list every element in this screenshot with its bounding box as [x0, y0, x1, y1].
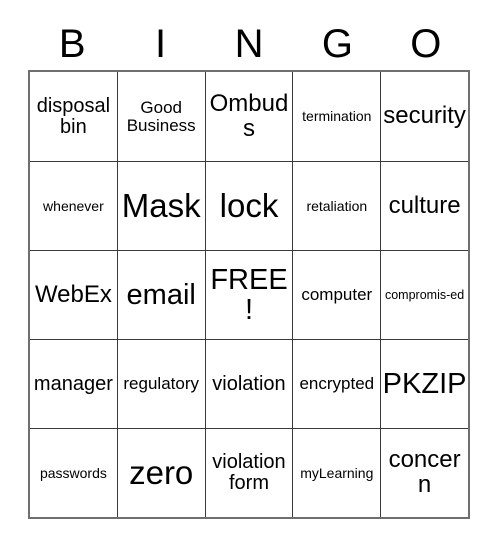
bingo-cell-label: encrypted [299, 374, 375, 394]
bingo-cell-label: email [126, 278, 196, 311]
bingo-cell-label: disposal bin [36, 94, 111, 138]
bingo-cell-label: WebEx [34, 280, 112, 308]
bingo-cell[interactable]: passwords [30, 429, 117, 517]
bingo-cell-label: whenever [43, 197, 104, 214]
bingo-header-letter-b: B [58, 22, 86, 66]
bingo-cell[interactable]: PKZIP [380, 340, 468, 428]
bingo-cell-label: PKZIP [382, 367, 467, 400]
bingo-grid: disposal bin Good Business Ombuds termin… [28, 70, 470, 519]
bingo-cell[interactable]: disposal bin [30, 72, 117, 161]
bingo-card: B I N G O disposal bin Good Business Omb… [28, 18, 470, 519]
bingo-cell[interactable]: termination [292, 72, 380, 161]
bingo-cell-label: compromis-ed [384, 287, 465, 302]
bingo-cell-label: Ombuds [209, 89, 289, 142]
bingo-cell-label: Mask [121, 186, 201, 224]
bingo-cell[interactable]: whenever [30, 162, 117, 250]
bingo-cell[interactable]: regulatory [116, 340, 205, 428]
bingo-row: disposal bin Good Business Ombuds termin… [30, 72, 468, 161]
bingo-cell[interactable]: lock [204, 162, 293, 250]
bingo-cell-label: myLearning [300, 464, 374, 481]
bingo-cell[interactable]: culture [380, 162, 468, 250]
bingo-cell-label: passwords [39, 464, 107, 481]
bingo-cell-label: computer [301, 285, 373, 305]
bingo-header-letter-o: O [410, 22, 442, 66]
bingo-cell[interactable]: retaliation [292, 162, 380, 250]
bingo-header-row: B I N G O [28, 18, 470, 70]
bingo-cell[interactable]: concern [380, 429, 468, 517]
bingo-free-cell[interactable]: FREE! [204, 251, 293, 339]
bingo-cell[interactable]: computer [292, 251, 380, 339]
bingo-cell[interactable]: compromis-ed [380, 251, 468, 339]
bingo-cell-label: concern [388, 446, 461, 498]
bingo-cell[interactable]: Ombuds [204, 72, 293, 161]
bingo-header-letter-g: G [321, 22, 353, 66]
bingo-cell[interactable]: WebEx [30, 251, 117, 339]
bingo-cell[interactable]: violation [204, 340, 293, 428]
bingo-cell-label: manager [33, 372, 113, 395]
bingo-cell-label: lock [219, 186, 279, 224]
bingo-row: passwords zero violation form myLearning… [30, 428, 468, 517]
bingo-cell-label: retaliation [306, 197, 368, 214]
bingo-cell[interactable]: Mask [116, 162, 205, 250]
bingo-cell[interactable]: manager [30, 340, 117, 428]
bingo-cell[interactable]: zero [116, 429, 205, 517]
bingo-row: manager regulatory violation encrypted P… [30, 339, 468, 428]
bingo-header-letter-n: N [234, 22, 264, 66]
bingo-cell[interactable]: security [380, 72, 468, 161]
bingo-row: WebEx email FREE! computer compromis-ed [30, 250, 468, 339]
bingo-cell-label: regulatory [123, 374, 199, 394]
bingo-cell[interactable]: email [116, 251, 205, 339]
bingo-cell-label: zero [129, 453, 194, 491]
bingo-cell[interactable]: violation form [204, 429, 293, 517]
bingo-header-letter-i: I [155, 22, 167, 66]
bingo-cell-label: security [383, 102, 466, 130]
bingo-free-label: FREE! [210, 263, 288, 326]
bingo-cell-label: culture [388, 191, 461, 219]
bingo-cell-label: Good Business [126, 97, 196, 135]
bingo-cell-label: violation form [212, 451, 286, 494]
bingo-cell-label: violation [212, 372, 286, 395]
bingo-row: whenever Mask lock retaliation culture [30, 161, 468, 250]
bingo-cell[interactable]: encrypted [292, 340, 380, 428]
bingo-cell[interactable]: Good Business [116, 72, 205, 161]
bingo-cell-label: termination [302, 108, 372, 125]
bingo-cell[interactable]: myLearning [292, 429, 380, 517]
